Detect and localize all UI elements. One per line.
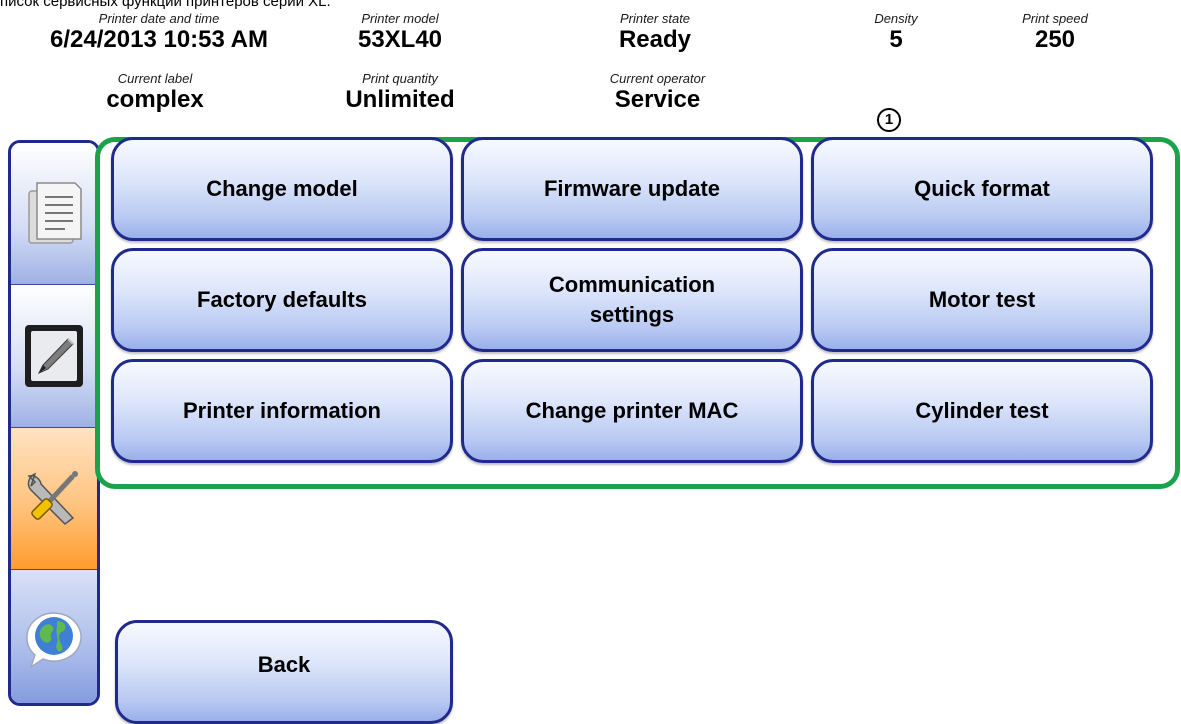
document-list-icon bbox=[28, 181, 82, 244]
printer-information-label: Printer information bbox=[182, 398, 381, 423]
print-speed-value: 250 bbox=[1034, 26, 1076, 53]
pen-editor-icon bbox=[25, 325, 83, 387]
sidebar-tab-labels[interactable] bbox=[11, 143, 97, 285]
printer-information-button[interactable]: Printer information bbox=[111, 359, 453, 463]
back-button[interactable]: Back bbox=[115, 620, 453, 724]
print-quantity-value: Unlimited bbox=[345, 86, 455, 113]
printer-model-value: 53XL40 bbox=[357, 26, 443, 53]
motor-test-button[interactable]: Motor test bbox=[811, 248, 1153, 352]
current-operator-value: Service bbox=[614, 86, 701, 113]
factory-defaults-button[interactable]: Factory defaults bbox=[111, 248, 453, 352]
firmware-update-label: Firmware update bbox=[543, 176, 721, 201]
printer-state-label: Printer state bbox=[619, 11, 691, 26]
printer-datetime-value: 6/24/2013 10:53 AM bbox=[50, 26, 268, 53]
communication-settings-button[interactable]: Communication settings bbox=[461, 248, 803, 352]
current-operator-field: Current operator Service bbox=[575, 72, 740, 114]
density-value: 5 bbox=[889, 26, 903, 53]
communication-settings-label-line1: Communication bbox=[548, 272, 716, 297]
printer-model-field: Printer model 53XL40 bbox=[330, 12, 470, 54]
printer-state-field: Printer state Ready bbox=[580, 12, 730, 54]
motor-test-label: Motor test bbox=[928, 287, 1036, 312]
sidebar-tab-service[interactable] bbox=[11, 428, 97, 570]
tools-icon bbox=[27, 470, 78, 525]
printer-state-value: Ready bbox=[618, 26, 692, 53]
sidebar-tab-editor[interactable] bbox=[11, 285, 97, 428]
printer-datetime-label: Printer date and time bbox=[98, 11, 220, 26]
change-printer-mac-label: Change printer MAC bbox=[525, 398, 739, 423]
page-caption: писок сервисных функций принтеров серии … bbox=[0, 0, 331, 10]
printer-model-label: Printer model bbox=[361, 11, 439, 26]
quick-format-button[interactable]: Quick format bbox=[811, 137, 1153, 241]
quick-format-label: Quick format bbox=[914, 176, 1050, 201]
firmware-update-button[interactable]: Firmware update bbox=[461, 137, 803, 241]
print-speed-label: Print speed bbox=[1022, 11, 1088, 26]
print-speed-field: Print speed 250 bbox=[1000, 12, 1110, 54]
back-label: Back bbox=[257, 652, 311, 677]
density-label: Density bbox=[874, 11, 918, 26]
change-model-label: Change model bbox=[206, 176, 358, 201]
current-label-label: Current label bbox=[117, 71, 193, 86]
density-field: Density 5 bbox=[856, 12, 936, 54]
sidebar bbox=[8, 140, 100, 706]
printer-datetime-field: Printer date and time 6/24/2013 10:53 AM bbox=[0, 12, 318, 54]
globe-chat-icon bbox=[26, 612, 82, 669]
cylinder-test-label: Cylinder test bbox=[915, 398, 1049, 423]
communication-settings-label-line2: settings bbox=[589, 302, 675, 327]
current-label-value: complex bbox=[106, 86, 204, 113]
factory-defaults-label: Factory defaults bbox=[197, 287, 367, 312]
print-quantity-field: Print quantity Unlimited bbox=[325, 72, 475, 114]
current-label-field: Current label complex bbox=[80, 72, 230, 114]
change-model-button[interactable]: Change model bbox=[111, 137, 453, 241]
current-operator-label: Current operator bbox=[609, 71, 706, 86]
cylinder-test-button[interactable]: Cylinder test bbox=[811, 359, 1153, 463]
callout-number: 1 bbox=[877, 108, 901, 132]
print-quantity-label: Print quantity bbox=[362, 71, 438, 86]
change-printer-mac-button[interactable]: Change printer MAC bbox=[461, 359, 803, 463]
sidebar-tab-language[interactable] bbox=[11, 570, 97, 703]
